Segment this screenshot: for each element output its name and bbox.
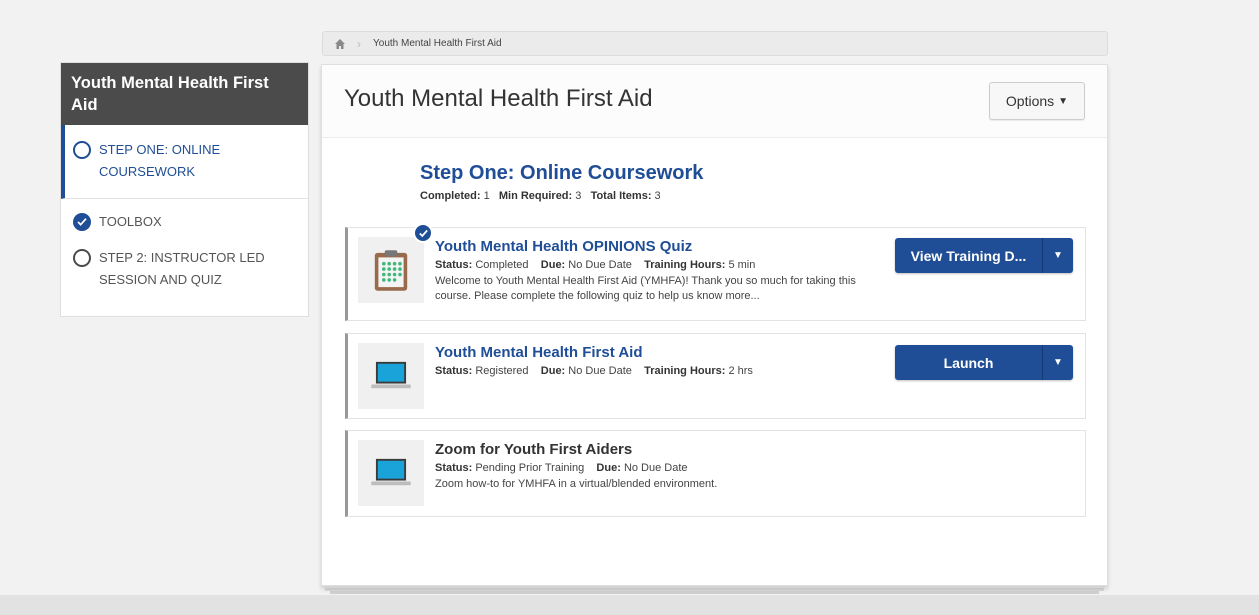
section-title: Step One: Online Coursework: [420, 162, 704, 184]
status-label: Status:: [435, 462, 473, 474]
item-title: Zoom for Youth First Aiders: [435, 441, 633, 458]
launch-button[interactable]: Launch ▼: [895, 345, 1073, 380]
options-label: Options: [1005, 93, 1055, 109]
launch-label[interactable]: Launch: [895, 345, 1043, 380]
due-value: No Due Date: [568, 259, 632, 271]
item-meta: Status: Registered Due: No Due Date Trai…: [435, 365, 753, 377]
status-value: Pending Prior Training: [475, 462, 585, 474]
laptop-icon: [358, 343, 424, 409]
sidebar-item-label: STEP 2: INSTRUCTOR LED SESSION AND QUIZ: [99, 250, 265, 287]
hours-label: Training Hours:: [644, 259, 726, 271]
laptop-icon: [358, 440, 424, 506]
circle-outline-icon: [73, 141, 91, 159]
section-stats: Completed: 1 Min Required: 3 Total Items…: [420, 190, 661, 202]
check-circle-icon: [73, 213, 91, 231]
caret-down-icon[interactable]: ▼: [1043, 345, 1073, 380]
status-value: Registered: [475, 365, 529, 377]
training-item: Youth Mental Health OPINIONS Quiz Status…: [345, 223, 1086, 321]
caret-down-icon: ▼: [1058, 95, 1069, 107]
main-header: Youth Mental Health First Aid Options ▼: [322, 65, 1107, 138]
due-value: No Due Date: [568, 365, 632, 377]
hours-label: Training Hours:: [644, 365, 726, 377]
sidebar-item-toolbox[interactable]: TOOLBOX: [61, 199, 308, 243]
circle-outline-icon: [73, 249, 91, 267]
sidebar-item-step-one[interactable]: STEP ONE: ONLINE COURSEWORK: [61, 125, 308, 199]
breadcrumb-separator-icon: ›: [357, 36, 361, 51]
completed-label: Completed:: [420, 190, 481, 202]
due-label: Due:: [540, 259, 566, 271]
item-meta: Status: Completed Due: No Due Date Train…: [435, 259, 755, 271]
status-value: Completed: [475, 259, 529, 271]
item-description: Zoom how-to for YMHFA in a virtual/blend…: [435, 478, 718, 490]
sidebar-title: Youth Mental Health First Aid: [61, 63, 308, 125]
sidebar-item-label: STEP ONE: ONLINE COURSEWORK: [99, 142, 221, 179]
min-required-value: 3: [575, 190, 582, 202]
status-label: Status:: [435, 259, 473, 271]
options-button[interactable]: Options ▼: [989, 82, 1085, 120]
footer-bar: [0, 595, 1259, 615]
page-title: Youth Mental Health First Aid: [344, 85, 653, 112]
status-label: Status:: [435, 365, 473, 377]
sidebar-item-label: TOOLBOX: [99, 214, 162, 229]
due-value: No Due Date: [623, 462, 688, 474]
item-title[interactable]: Youth Mental Health First Aid: [435, 344, 643, 361]
caret-down-icon[interactable]: ▼: [1043, 238, 1073, 273]
training-item: Youth Mental Health First Aid Status: Re…: [345, 333, 1086, 419]
item-meta: Status: Pending Prior Training Due: No D…: [435, 462, 688, 474]
training-item: Zoom for Youth First Aiders Status: Pend…: [345, 430, 1086, 517]
clipboard-icon: [358, 237, 424, 303]
curriculum-sidebar: Youth Mental Health First Aid STEP ONE: …: [60, 62, 309, 317]
home-icon[interactable]: [323, 32, 357, 55]
breadcrumb-current: Youth Mental Health First Aid: [373, 38, 502, 49]
min-required-label: Min Required:: [498, 190, 573, 202]
hours-value: 5 min: [728, 259, 756, 271]
main-panel: Youth Mental Health First Aid Options ▼ …: [321, 64, 1108, 586]
completed-check-icon: [413, 223, 433, 243]
breadcrumb: › Youth Mental Health First Aid: [322, 31, 1108, 56]
panel-shadow: [330, 591, 1099, 594]
sidebar-item-step-two[interactable]: STEP 2: INSTRUCTOR LED SESSION AND QUIZ: [61, 243, 308, 301]
view-training-details-label[interactable]: View Training D...: [895, 238, 1043, 273]
item-description: Welcome to Youth Mental Health First Aid…: [435, 275, 856, 302]
hours-value: 2 hrs: [728, 365, 753, 377]
due-label: Due:: [540, 365, 566, 377]
due-label: Due:: [596, 462, 621, 474]
total-items-label: Total Items:: [590, 190, 652, 202]
item-title[interactable]: Youth Mental Health OPINIONS Quiz: [435, 238, 692, 255]
view-training-details-button[interactable]: View Training D... ▼: [895, 238, 1073, 273]
completed-value: 1: [483, 190, 490, 202]
total-items-value: 3: [654, 190, 661, 202]
